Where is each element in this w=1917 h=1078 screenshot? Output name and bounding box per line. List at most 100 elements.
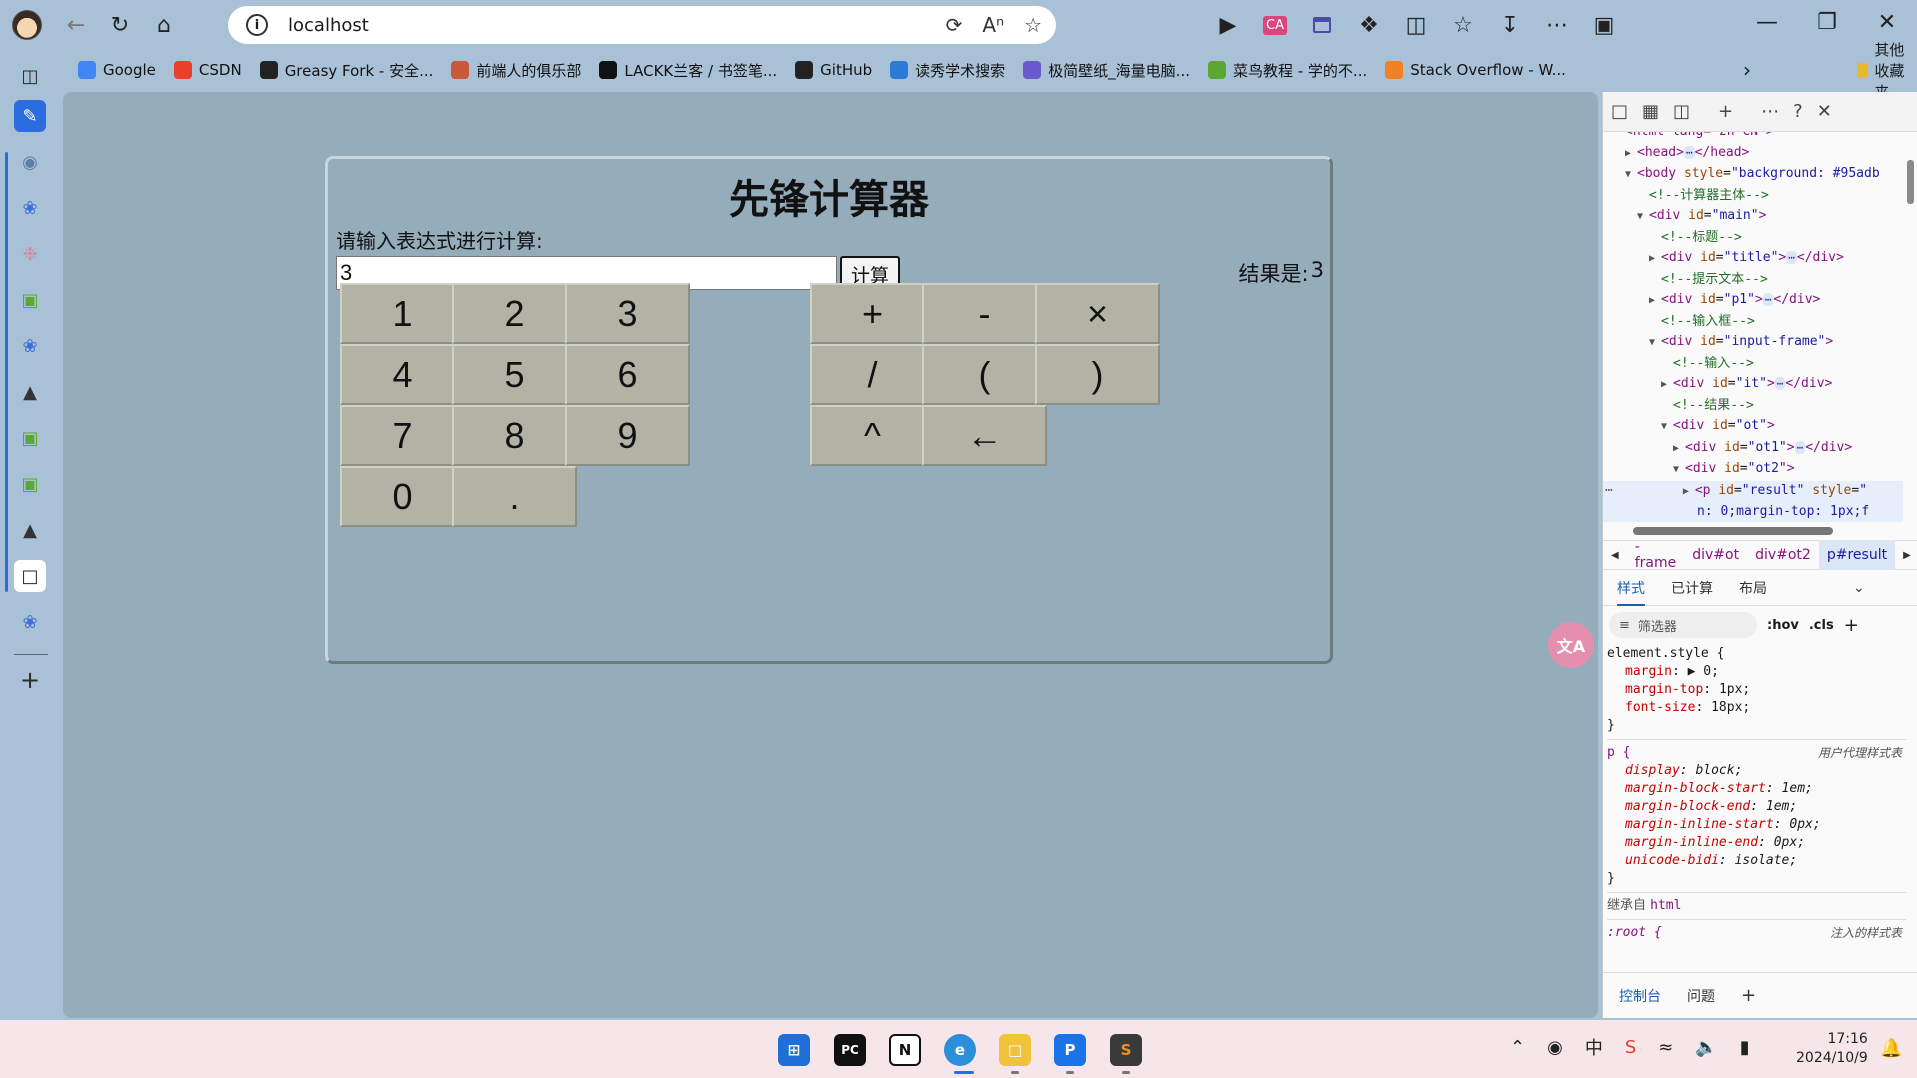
refresh-page-icon[interactable]: ⟳	[946, 13, 963, 37]
graduation-cap-icon[interactable]: ▲	[14, 514, 46, 546]
app-icon[interactable]: ❉	[14, 238, 46, 270]
runoob-app-icon[interactable]: ▣	[14, 422, 46, 454]
key-right-paren[interactable]: )	[1035, 344, 1160, 405]
chevron-down-icon[interactable]: ⌄	[1853, 580, 1865, 596]
bookmark-item[interactable]: 极简壁纸_海量电脑...	[1023, 60, 1190, 81]
chevron-right-icon[interactable]: ›	[1743, 58, 1751, 82]
key-1[interactable]: 1	[340, 283, 465, 344]
hov-toggle[interactable]: :hov	[1767, 618, 1799, 633]
horizontal-scrollbar[interactable]	[1609, 524, 1905, 538]
graduation-cap-icon[interactable]: ▲	[14, 376, 46, 408]
back-icon[interactable]: ←	[54, 3, 98, 47]
style-property[interactable]: margin: ▶ 0;	[1607, 663, 1906, 681]
url-text[interactable]: localhost	[288, 15, 369, 36]
new-rule-icon[interactable]: +	[1844, 615, 1859, 636]
baidu-app-icon[interactable]: ❀	[14, 192, 46, 224]
favorite-star-icon[interactable]: ☆	[1024, 13, 1042, 37]
tab-layout[interactable]: 布局	[1739, 578, 1767, 598]
bookmark-item[interactable]: 菜鸟教程 - 学的不...	[1207, 60, 1367, 81]
site-info-icon[interactable]: i	[246, 14, 268, 36]
chevron-up-icon[interactable]: ⌃	[1510, 1037, 1525, 1058]
tab-issues[interactable]: 问题	[1687, 986, 1715, 1006]
steam-icon[interactable]: ◉	[1547, 1037, 1563, 1058]
profile-avatar[interactable]	[12, 10, 42, 40]
translate-float-icon[interactable]: 文A	[1548, 622, 1594, 668]
notification-bell-icon[interactable]: 🔔	[1880, 1038, 1902, 1059]
breadcrumb-item[interactable]: div#ot2	[1747, 547, 1819, 563]
translate-extension-icon[interactable]: CA	[1253, 3, 1297, 47]
runoob-app-icon[interactable]: ▣	[14, 468, 46, 500]
style-property[interactable]: font-size: 18px;	[1607, 699, 1906, 717]
sublime-text-icon[interactable]: S	[1110, 1034, 1142, 1066]
tray-app-icon[interactable]: S	[1625, 1037, 1636, 1058]
tab-styles[interactable]: 样式	[1617, 578, 1645, 606]
more-menu-icon[interactable]: ⋯	[1535, 3, 1579, 47]
key-dot[interactable]: .	[452, 466, 577, 527]
rule-selector[interactable]: element.style {	[1607, 645, 1906, 663]
style-property[interactable]: margin-top: 1px;	[1607, 681, 1906, 699]
help-icon[interactable]: ?	[1793, 101, 1803, 122]
device-toolbar-icon[interactable]: ▦	[1642, 101, 1659, 122]
favorites-icon[interactable]: ☆	[1441, 3, 1485, 47]
close-devtools-icon[interactable]: ✕	[1817, 101, 1832, 122]
split-screen-icon[interactable]: ◫	[1394, 3, 1438, 47]
add-panel-icon[interactable]: +	[1718, 101, 1733, 122]
bookmark-item[interactable]: Google	[78, 61, 156, 79]
file-explorer-icon[interactable]: □	[999, 1034, 1031, 1066]
baidu-app-icon[interactable]: ❀	[14, 330, 46, 362]
downloads-icon[interactable]: ↧	[1488, 3, 1532, 47]
key-3[interactable]: 3	[565, 283, 690, 344]
dock-icon[interactable]: ◫	[1673, 101, 1690, 122]
vertical-scrollbar[interactable]	[1905, 140, 1915, 520]
bookmark-item[interactable]: CSDN	[173, 61, 242, 79]
media-play-icon[interactable]: ▶	[1206, 3, 1250, 47]
bookmark-item[interactable]: Greasy Fork - 安全...	[259, 60, 433, 81]
input-method-icon[interactable]: 中	[1585, 1034, 1603, 1060]
chevron-right-icon[interactable]: ▶	[1895, 550, 1917, 561]
key-power[interactable]: ^	[810, 405, 935, 466]
bookmark-item[interactable]: LACKK兰客 / 书签笔...	[599, 60, 777, 81]
home-icon[interactable]: ⌂	[142, 3, 186, 47]
minimize-icon[interactable]: —	[1737, 0, 1797, 44]
read-aloud-icon[interactable]: Aⁿ	[982, 13, 1004, 37]
cls-toggle[interactable]: .cls	[1809, 618, 1834, 633]
add-tab-icon[interactable]: +	[1741, 985, 1756, 1006]
tabs-icon[interactable]: ◫	[14, 60, 46, 92]
filter-input[interactable]: ≡ 筛选器	[1609, 612, 1757, 638]
battery-icon[interactable]: ▮	[1740, 1037, 1750, 1058]
baidu-app-icon[interactable]: ❀	[14, 606, 46, 638]
document-icon[interactable]: □	[14, 560, 46, 592]
refresh-icon[interactable]: ↻	[98, 3, 142, 47]
extensions-icon[interactable]: ❖	[1347, 3, 1391, 47]
speaker-icon[interactable]: 🔈	[1695, 1037, 1717, 1058]
breadcrumb-item[interactable]: -frame	[1627, 539, 1685, 571]
chevron-left-icon[interactable]: ◀	[1603, 550, 1627, 561]
bookmark-item[interactable]: 读秀学术搜索	[890, 60, 1005, 81]
breadcrumb-item[interactable]: div#ot	[1684, 547, 1747, 563]
address-bar[interactable]: i localhost ⟳ Aⁿ ☆	[228, 6, 1056, 44]
key-5[interactable]: 5	[452, 344, 577, 405]
close-icon[interactable]: ✕	[1857, 0, 1917, 44]
key-9[interactable]: 9	[565, 405, 690, 466]
key-6[interactable]: 6	[565, 344, 690, 405]
tab-computed[interactable]: 已计算	[1671, 578, 1713, 598]
breadcrumb-item-selected[interactable]: p#result	[1818, 540, 1896, 570]
key-8[interactable]: 8	[452, 405, 577, 466]
windows-start-icon[interactable]: ⊞	[778, 1034, 810, 1066]
key-minus[interactable]: -	[922, 283, 1047, 344]
add-icon[interactable]: +	[14, 664, 46, 696]
bookmark-item[interactable]: GitHub	[795, 61, 872, 79]
pycharm-icon[interactable]: PC	[834, 1034, 866, 1066]
key-divide[interactable]: /	[810, 344, 935, 405]
wifi-icon[interactable]: ≈	[1658, 1037, 1673, 1058]
github-app-icon[interactable]: ◉	[14, 146, 46, 178]
clock[interactable]: 17:16 2024/10/9	[1796, 1030, 1868, 1068]
bookmark-item[interactable]: Stack Overflow - W...	[1385, 61, 1566, 79]
notion-icon[interactable]: N	[889, 1034, 921, 1066]
calendar-extension-icon[interactable]	[1300, 3, 1344, 47]
bookmark-item[interactable]: 前端人的俱乐部	[451, 60, 581, 81]
maximize-icon[interactable]: ❐	[1797, 0, 1857, 44]
key-0[interactable]: 0	[340, 466, 465, 527]
pinned-app-icon[interactable]: ✎	[14, 100, 46, 132]
key-4[interactable]: 4	[340, 344, 465, 405]
